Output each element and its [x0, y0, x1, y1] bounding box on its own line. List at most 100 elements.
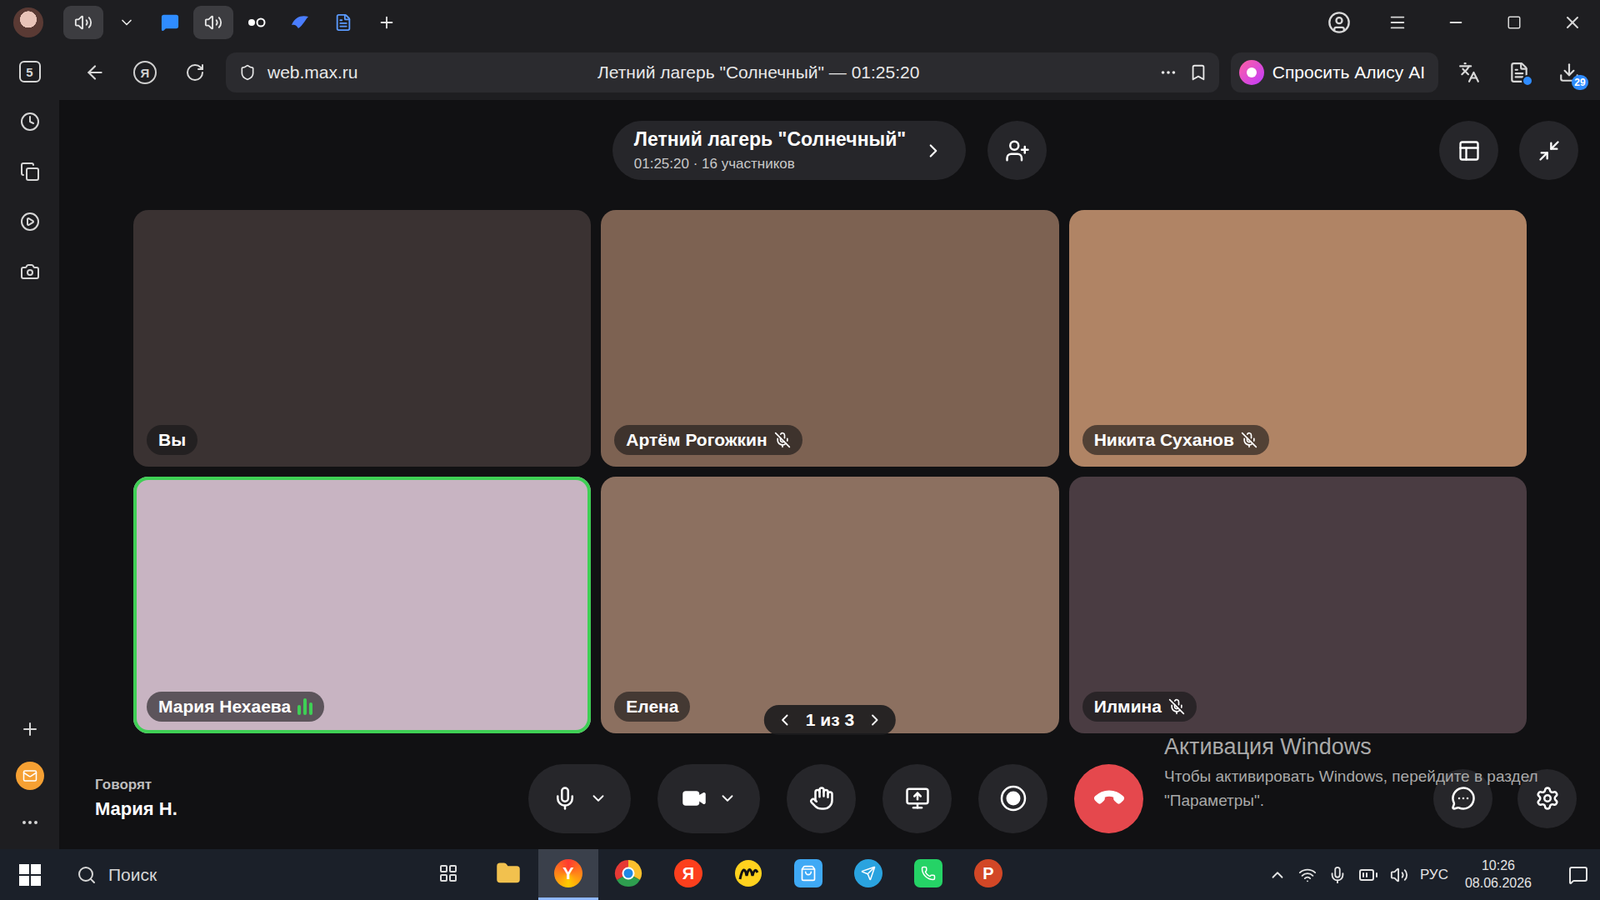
microphone-button[interactable]: [528, 764, 631, 834]
participant-label: Вы: [146, 425, 198, 455]
share-screen-button[interactable]: [882, 764, 952, 834]
taskbar-search[interactable]: Поиск: [60, 849, 419, 900]
dots-icon: [246, 16, 267, 29]
profile-avatar[interactable]: [13, 7, 44, 38]
participant-tile[interactable]: Никита Суханов: [1069, 210, 1527, 467]
taskbar-app[interactable]: [898, 849, 959, 900]
wifi-icon[interactable]: [1298, 865, 1317, 885]
yandex-icon: Я: [674, 859, 703, 888]
tab-group-toggle[interactable]: [106, 5, 147, 40]
minimize-button[interactable]: [1428, 0, 1484, 45]
participant-tile[interactable]: Мария Нехаева: [133, 476, 591, 734]
call-info-button[interactable]: Летний лагерь "Солнечный"01:25:20 · 16 у…: [612, 120, 966, 180]
browser-tab[interactable]: [280, 5, 320, 40]
back-arrow-icon: [84, 61, 106, 84]
browser-tab[interactable]: [63, 5, 104, 40]
record-button[interactable]: [978, 764, 1048, 834]
media-button[interactable]: [12, 205, 48, 239]
translate-icon: [1458, 61, 1480, 84]
previous-page-button[interactable]: [775, 710, 795, 730]
mic-off-icon: [1240, 431, 1258, 449]
collections-button[interactable]: [12, 155, 48, 189]
close-button[interactable]: [1545, 0, 1600, 45]
taskbar-app[interactable]: Y: [538, 849, 599, 900]
new-tab-button[interactable]: [366, 5, 407, 40]
taskbar-app[interactable]: [718, 849, 779, 900]
chevron-down-icon: [718, 789, 737, 808]
raise-hand-button[interactable]: [786, 764, 856, 834]
account-button[interactable]: [1311, 0, 1367, 45]
screenshot-button[interactable]: [12, 255, 48, 289]
system-tray: РУС 10:2608.06.2026: [1268, 857, 1600, 893]
chat-icon: [1450, 785, 1476, 811]
microphone-icon[interactable]: [1328, 865, 1347, 885]
mail-icon: [22, 768, 38, 784]
url-field[interactable]: web.max.ruЛетний лагерь "Солнечный" — 01…: [225, 52, 1220, 93]
add-participant-button[interactable]: [987, 120, 1047, 180]
taskbar-app[interactable]: [478, 849, 539, 900]
clock[interactable]: 10:2608.06.2026: [1465, 857, 1532, 893]
reload-button[interactable]: [175, 53, 215, 92]
browser-tab[interactable]: [193, 5, 234, 40]
bookmark-icon[interactable]: [1189, 63, 1208, 82]
layout-icon: [1457, 139, 1481, 163]
language-indicator[interactable]: РУС: [1420, 866, 1449, 884]
collapse-button[interactable]: [1519, 120, 1579, 180]
layout-button[interactable]: [1439, 120, 1499, 180]
settings-button[interactable]: [1517, 769, 1577, 829]
downloads-badge: 29: [1571, 75, 1589, 90]
document-button[interactable]: [1500, 53, 1539, 92]
chat-button[interactable]: [1433, 769, 1493, 829]
browser-tab[interactable]: [236, 5, 277, 40]
taskbar-app[interactable]: [418, 849, 479, 900]
chevron-right-icon: [865, 710, 885, 730]
camera-button[interactable]: [657, 764, 760, 834]
chrome-icon: [614, 859, 643, 888]
mail-button[interactable]: [12, 759, 48, 793]
volume-icon[interactable]: [1390, 865, 1409, 885]
chevron-left-icon: [775, 710, 795, 730]
back-button[interactable]: [75, 53, 115, 92]
participants-grid: Вы Артём РогожкинНикита Суханов Мария Неха…: [133, 210, 1527, 734]
history-button[interactable]: [12, 105, 48, 139]
hang-up-button[interactable]: [1074, 764, 1144, 834]
more-button[interactable]: [12, 805, 48, 840]
add-panel-button[interactable]: [12, 712, 48, 746]
chevron-down-icon: [589, 789, 608, 808]
notifications-icon[interactable]: [1568, 865, 1589, 885]
restore-button[interactable]: [1486, 0, 1542, 45]
translate-button[interactable]: [1450, 53, 1489, 92]
taskbar-app[interactable]: P: [958, 849, 1019, 900]
browser-sidebar: 5: [0, 45, 60, 850]
browser-tab[interactable]: [150, 5, 190, 40]
video-call: Летний лагерь "Солнечный"01:25:20 · 16 у…: [59, 100, 1600, 850]
start-button[interactable]: [0, 849, 60, 900]
chevron-up-icon[interactable]: [1268, 865, 1287, 885]
alice-button[interactable]: Спросить Алису AI: [1230, 52, 1439, 93]
tabs-counter-button[interactable]: 5: [12, 55, 48, 89]
folder-icon: [495, 860, 521, 886]
browser-tab[interactable]: [323, 5, 364, 40]
downloads-button[interactable]: 29: [1550, 53, 1589, 92]
whatsapp-icon: [914, 859, 943, 888]
call-controls: ГоворятМария Н.: [59, 763, 1600, 834]
user-plus-icon: [1005, 138, 1030, 164]
participant-tile[interactable]: Артём Рогожкин: [600, 210, 1059, 467]
taskbar-app[interactable]: Я: [658, 849, 719, 900]
taskbar-app[interactable]: [838, 849, 899, 900]
yandex-icon: Я: [133, 60, 157, 85]
url-text: web.max.ru: [267, 62, 359, 83]
participant-tile[interactable]: Вы: [133, 210, 591, 467]
next-page-button[interactable]: [865, 710, 885, 730]
participant-tile[interactable]: Елена: [600, 476, 1059, 734]
telegram-icon: [854, 859, 883, 888]
taskbar-app[interactable]: [598, 849, 659, 900]
more-icon[interactable]: [1159, 63, 1178, 82]
participant-tile[interactable]: Илмина: [1069, 476, 1527, 734]
hang-up-icon: [1090, 780, 1126, 816]
shield-icon: [239, 64, 256, 81]
menu-button[interactable]: [1370, 0, 1425, 45]
battery-icon[interactable]: [1358, 865, 1379, 885]
yandex-button[interactable]: Я: [125, 53, 165, 92]
taskbar-app[interactable]: [778, 849, 839, 900]
